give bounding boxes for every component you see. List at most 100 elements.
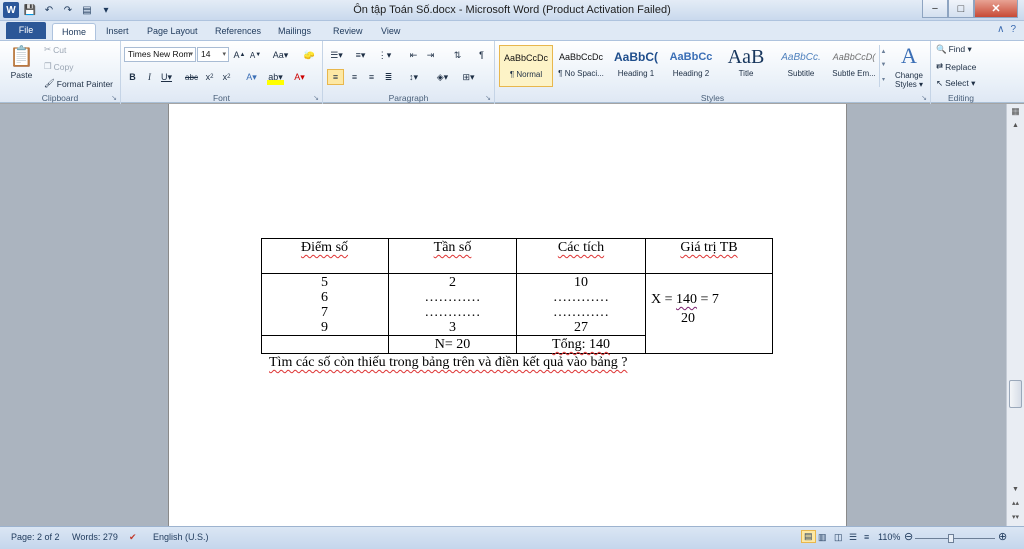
score-table[interactable]: Điểm số Tần số Các tích Giá trị TB 5 6 7… [261, 238, 773, 354]
tab-home[interactable]: Home [52, 23, 96, 40]
blank-cell[interactable]: ………… [389, 290, 516, 305]
previous-page-icon[interactable]: ▴▴ [1007, 496, 1024, 510]
minimize-button[interactable]: − [922, 0, 948, 18]
full-screen-reading-icon[interactable]: ▥ [818, 532, 827, 543]
change-case-icon[interactable]: Aa▾ [272, 47, 289, 63]
find-button[interactable]: 🔍 Find ▾ [936, 44, 972, 55]
justify-icon[interactable]: ≣ [380, 69, 397, 85]
vertical-scrollbar[interactable]: ▦ ▲ ▼ ▴▴ ▾▾ [1006, 104, 1024, 526]
help-icon[interactable]: ? [1010, 24, 1016, 35]
select-button[interactable]: ↖ Select ▾ [936, 78, 975, 89]
multilevel-list-icon[interactable]: ⋮▾ [376, 47, 393, 63]
blank-cell[interactable]: ………… [517, 290, 645, 305]
tab-mailings[interactable]: Mailings [272, 23, 317, 40]
tab-view[interactable]: View [375, 23, 406, 40]
style-normal[interactable]: AaBbCcDc ¶ Normal [499, 45, 553, 87]
superscript-icon[interactable]: x2 [218, 69, 235, 85]
style-heading-1[interactable]: AaBbC( Heading 1 [609, 45, 663, 87]
decrease-indent-icon[interactable]: ⇤ [405, 47, 422, 63]
increase-indent-icon[interactable]: ⇥ [422, 47, 439, 63]
scrollbar-thumb[interactable] [1009, 380, 1022, 408]
chevron-up-icon[interactable]: ▲ [1007, 118, 1024, 132]
tab-review[interactable]: Review [327, 23, 369, 40]
tab-insert[interactable]: Insert [100, 23, 135, 40]
tab-page-layout[interactable]: Page Layout [141, 23, 204, 40]
style-subtle-emphasis[interactable]: AaBbCcD( Subtle Em... [829, 45, 879, 87]
minimize-ribbon-icon[interactable]: ∧ [997, 24, 1004, 35]
numbering-icon[interactable]: ≡▾ [352, 47, 369, 63]
close-button[interactable]: ✕ [974, 0, 1018, 18]
style-heading-2[interactable]: AaBbCc Heading 2 [664, 45, 718, 87]
table-cell: 7 [321, 305, 328, 320]
more-icon[interactable]: ▾ [882, 76, 885, 83]
zoom-slider-thumb[interactable] [948, 534, 954, 543]
style-title[interactable]: AaB Title [719, 45, 773, 87]
dialog-launcher-icon[interactable]: ↘ [921, 94, 927, 102]
scissors-icon: ✂ [44, 44, 52, 54]
chevron-down-icon[interactable]: ▼ [881, 62, 887, 68]
outline-view-icon[interactable]: ☰ [849, 532, 857, 543]
format-painter-button[interactable]: 🖌 Format Painter [44, 78, 113, 89]
sort-icon[interactable]: ⇅ [449, 47, 466, 63]
replace-button[interactable]: ⇄ Replace [936, 61, 976, 72]
draft-view-icon[interactable]: ≡ [864, 532, 869, 542]
table-border [772, 238, 773, 354]
language-indicator[interactable]: English (U.S.) [153, 532, 209, 542]
web-layout-icon[interactable]: ◫ [834, 532, 843, 543]
zoom-slider[interactable] [915, 534, 995, 543]
shading-icon[interactable]: ◈▾ [434, 69, 451, 85]
chevron-down-icon[interactable]: ▼ [1007, 482, 1024, 496]
borders-icon[interactable]: ⊞▾ [460, 69, 477, 85]
dialog-launcher-icon[interactable]: ↘ [313, 94, 319, 102]
show-formatting-icon[interactable]: ¶ [473, 47, 490, 63]
next-page-icon[interactable]: ▾▾ [1007, 510, 1024, 524]
align-right-icon[interactable]: ≡ [363, 69, 380, 85]
status-bar: Page: 2 of 2 Words: 279 ✔︎ English (U.S.… [0, 526, 1024, 549]
chevron-up-icon[interactable]: ▲ [881, 49, 887, 55]
page-indicator[interactable]: Page: 2 of 2 [11, 532, 60, 542]
table-cell: 5 [321, 275, 328, 290]
table-border [261, 353, 773, 354]
change-styles-button[interactable]: A Change Styles ▾ [891, 43, 927, 89]
bullets-icon[interactable]: ☰▾ [328, 47, 345, 63]
bold-icon[interactable]: B [124, 69, 141, 85]
zoom-in-icon[interactable]: ⊕ [998, 530, 1007, 543]
blank-cell[interactable]: ………… [389, 305, 516, 320]
dialog-launcher-icon[interactable]: ↘ [485, 94, 491, 102]
strikethrough-icon[interactable]: abc [183, 69, 200, 85]
print-layout-view-icon[interactable]: ▤ [801, 530, 816, 543]
style-no-spacing[interactable]: AaBbCcDc ¶ No Spaci... [554, 45, 608, 87]
underline-icon[interactable]: U▾ [158, 69, 175, 85]
maximize-button[interactable]: □ [948, 0, 974, 18]
zoom-level[interactable]: 110% [878, 532, 900, 542]
copy-button[interactable]: ❐ Copy [44, 61, 73, 72]
tab-file[interactable]: File [6, 22, 46, 39]
cut-button[interactable]: ✂ Cut [44, 44, 66, 55]
italic-icon[interactable]: I [141, 69, 158, 85]
grow-font-icon[interactable]: A ▲ [231, 47, 248, 63]
paste-button[interactable]: 📋 Paste [9, 44, 34, 80]
editing-group: 🔍 Find ▾ ⇄ Replace ↖ Select ▾ Editing [931, 41, 991, 104]
line-spacing-icon[interactable]: ↕▾ [405, 69, 422, 85]
dialog-launcher-icon[interactable]: ↘ [111, 94, 117, 102]
subscript-icon[interactable]: x2 [201, 69, 218, 85]
ruler-toggle-icon[interactable]: ▦ [1007, 104, 1024, 118]
highlight-icon[interactable]: ab▾ [267, 69, 284, 85]
tab-references[interactable]: References [209, 23, 267, 40]
text-effects-icon[interactable]: A▾ [243, 69, 260, 85]
title-bar: W 💾 ↶ ↷ ▤ ▾ Ôn tập Toán Số.docx - Micros… [0, 0, 1024, 21]
style-subtitle[interactable]: AaBbCc. Subtitle [774, 45, 828, 87]
word-count[interactable]: Words: 279 [72, 532, 118, 542]
proofing-icon[interactable]: ✔︎ [129, 532, 137, 543]
align-left-icon[interactable]: ≡ [327, 69, 344, 85]
mean-formula: X = 140 = 7 [651, 292, 719, 307]
clear-formatting-icon[interactable]: 🧽 [301, 47, 318, 63]
zoom-out-icon[interactable]: ⊖ [904, 530, 913, 543]
font-family-select[interactable]: Times New Rom ▾ [124, 47, 196, 62]
font-size-select[interactable]: 14 ▾ [197, 47, 229, 62]
font-color-icon[interactable]: A▾ [291, 69, 308, 85]
blank-cell[interactable]: ………… [517, 305, 645, 320]
align-center-icon[interactable]: ≡ [346, 69, 363, 85]
styles-gallery-scroller[interactable]: ▲ ▼ ▾ [879, 45, 887, 87]
shrink-font-icon[interactable]: A ▼ [247, 47, 264, 63]
